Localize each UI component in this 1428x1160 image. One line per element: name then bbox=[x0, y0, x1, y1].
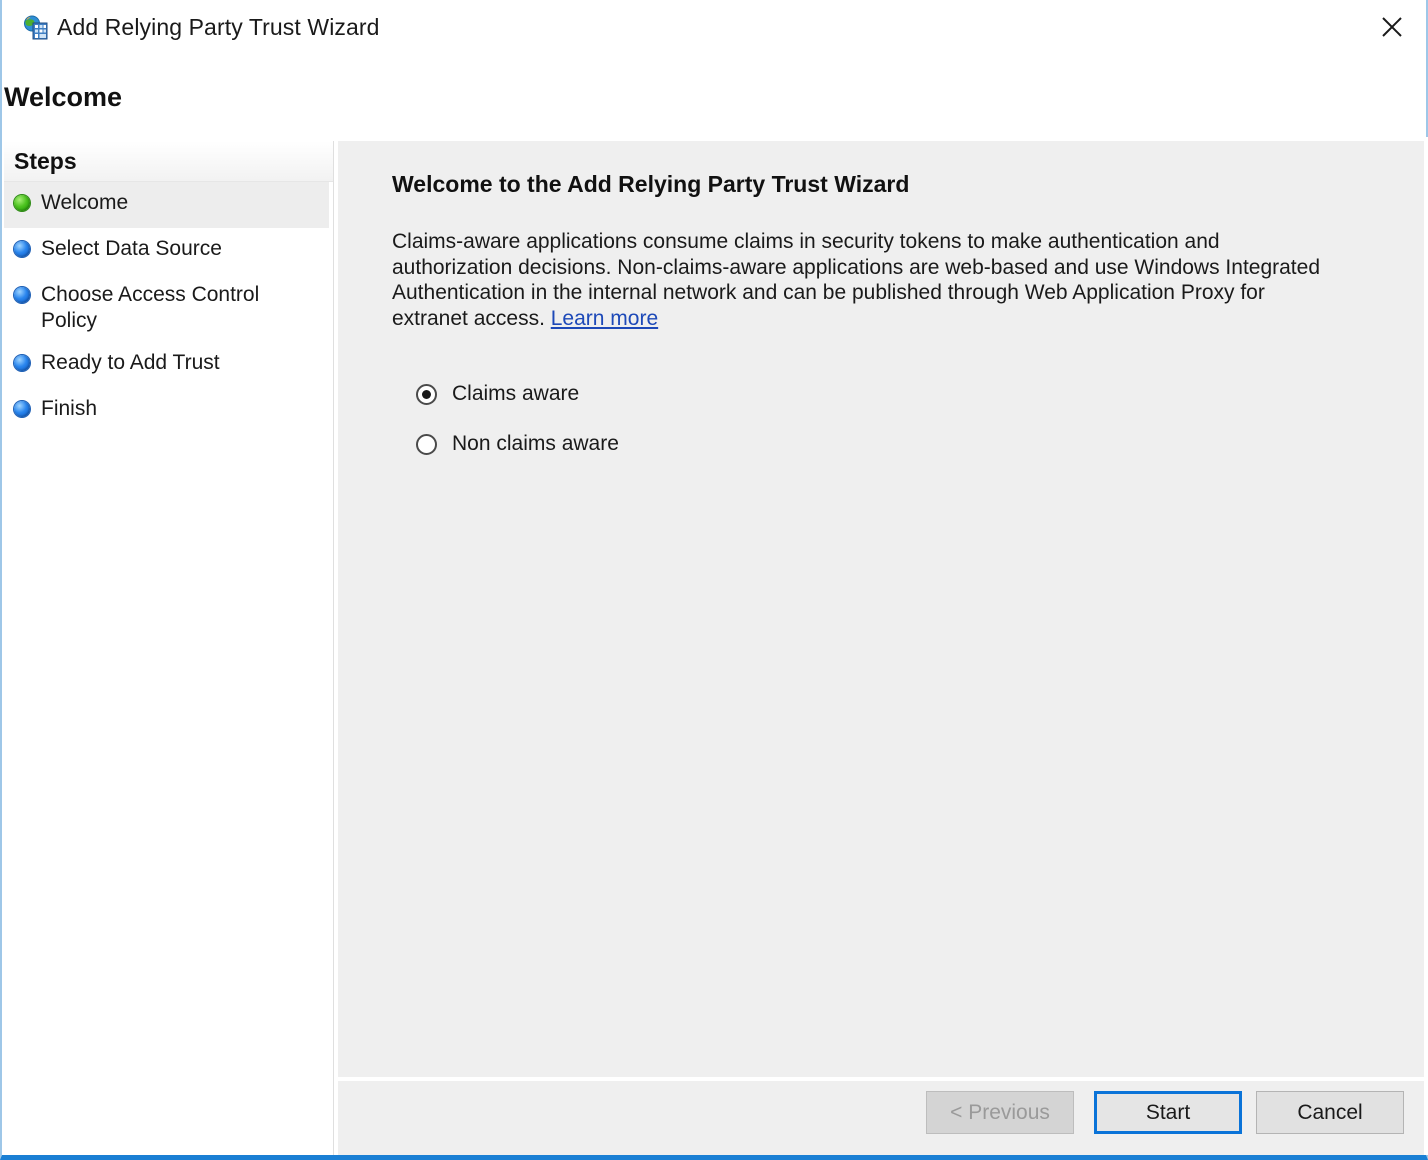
step-bullet-pending-icon bbox=[14, 401, 30, 417]
sidebar-item-select-data-source[interactable]: Select Data Source bbox=[4, 228, 329, 274]
page-title: Welcome bbox=[4, 82, 123, 112]
main-content-panel: Welcome to the Add Relying Party Trust W… bbox=[338, 141, 1424, 1077]
step-bullet-pending-icon bbox=[14, 287, 30, 303]
sidebar-item-ready-to-add-trust[interactable]: Ready to Add Trust bbox=[4, 342, 329, 388]
radio-option-non-claims-aware[interactable]: Non claims aware bbox=[416, 419, 619, 469]
previous-button[interactable]: < Previous bbox=[926, 1091, 1074, 1134]
wizard-body: Steps Welcome Select Data Source Choose … bbox=[4, 137, 1428, 1155]
content-title: Welcome to the Add Relying Party Trust W… bbox=[392, 171, 910, 197]
window-title: Add Relying Party Trust Wizard bbox=[57, 14, 380, 40]
relying-party-trust-icon bbox=[23, 15, 49, 41]
content-description: Claims-aware applications consume claims… bbox=[392, 229, 1332, 331]
close-icon bbox=[1380, 15, 1404, 39]
start-button[interactable]: Start bbox=[1094, 1091, 1242, 1134]
wizard-footer: < Previous Start Cancel bbox=[338, 1081, 1424, 1155]
sidebar-item-label: Select Data Source bbox=[41, 237, 222, 260]
radio-option-label: Non claims aware bbox=[452, 432, 619, 455]
step-bullet-pending-icon bbox=[14, 355, 30, 371]
radio-option-label: Claims aware bbox=[452, 382, 580, 405]
sidebar-item-label: Finish bbox=[41, 397, 98, 420]
sidebar-item-choose-access-control-policy[interactable]: Choose Access Control Policy bbox=[4, 274, 329, 342]
sidebar-item-label: Ready to Add Trust bbox=[41, 351, 220, 374]
close-button[interactable] bbox=[1368, 4, 1416, 50]
steps-header: Steps bbox=[4, 141, 333, 182]
sidebar-item-label: Welcome bbox=[41, 191, 129, 214]
learn-more-link[interactable]: Learn more bbox=[551, 307, 658, 330]
step-bullet-current-icon bbox=[14, 195, 30, 211]
radio-button-icon[interactable] bbox=[416, 383, 437, 405]
sidebar-item-welcome[interactable]: Welcome bbox=[4, 182, 329, 228]
content-description-text: Claims-aware applications consume claims… bbox=[392, 230, 1320, 330]
title-bar: Add Relying Party Trust Wizard bbox=[2, 0, 1426, 56]
cancel-button[interactable]: Cancel bbox=[1256, 1091, 1404, 1134]
sidebar-item-label: Choose Access Control Policy bbox=[41, 283, 260, 332]
claims-awareness-radio-group: Claims aware Non claims aware bbox=[416, 369, 619, 469]
steps-header-label: Steps bbox=[14, 147, 77, 174]
steps-sidebar: Steps Welcome Select Data Source Choose … bbox=[4, 141, 334, 1155]
step-bullet-pending-icon bbox=[14, 241, 30, 257]
sidebar-item-finish[interactable]: Finish bbox=[4, 388, 329, 434]
radio-option-claims-aware[interactable]: Claims aware bbox=[416, 369, 619, 419]
radio-button-icon[interactable] bbox=[416, 433, 437, 455]
wizard-window: Add Relying Party Trust Wizard Welcome S… bbox=[0, 0, 1428, 1160]
